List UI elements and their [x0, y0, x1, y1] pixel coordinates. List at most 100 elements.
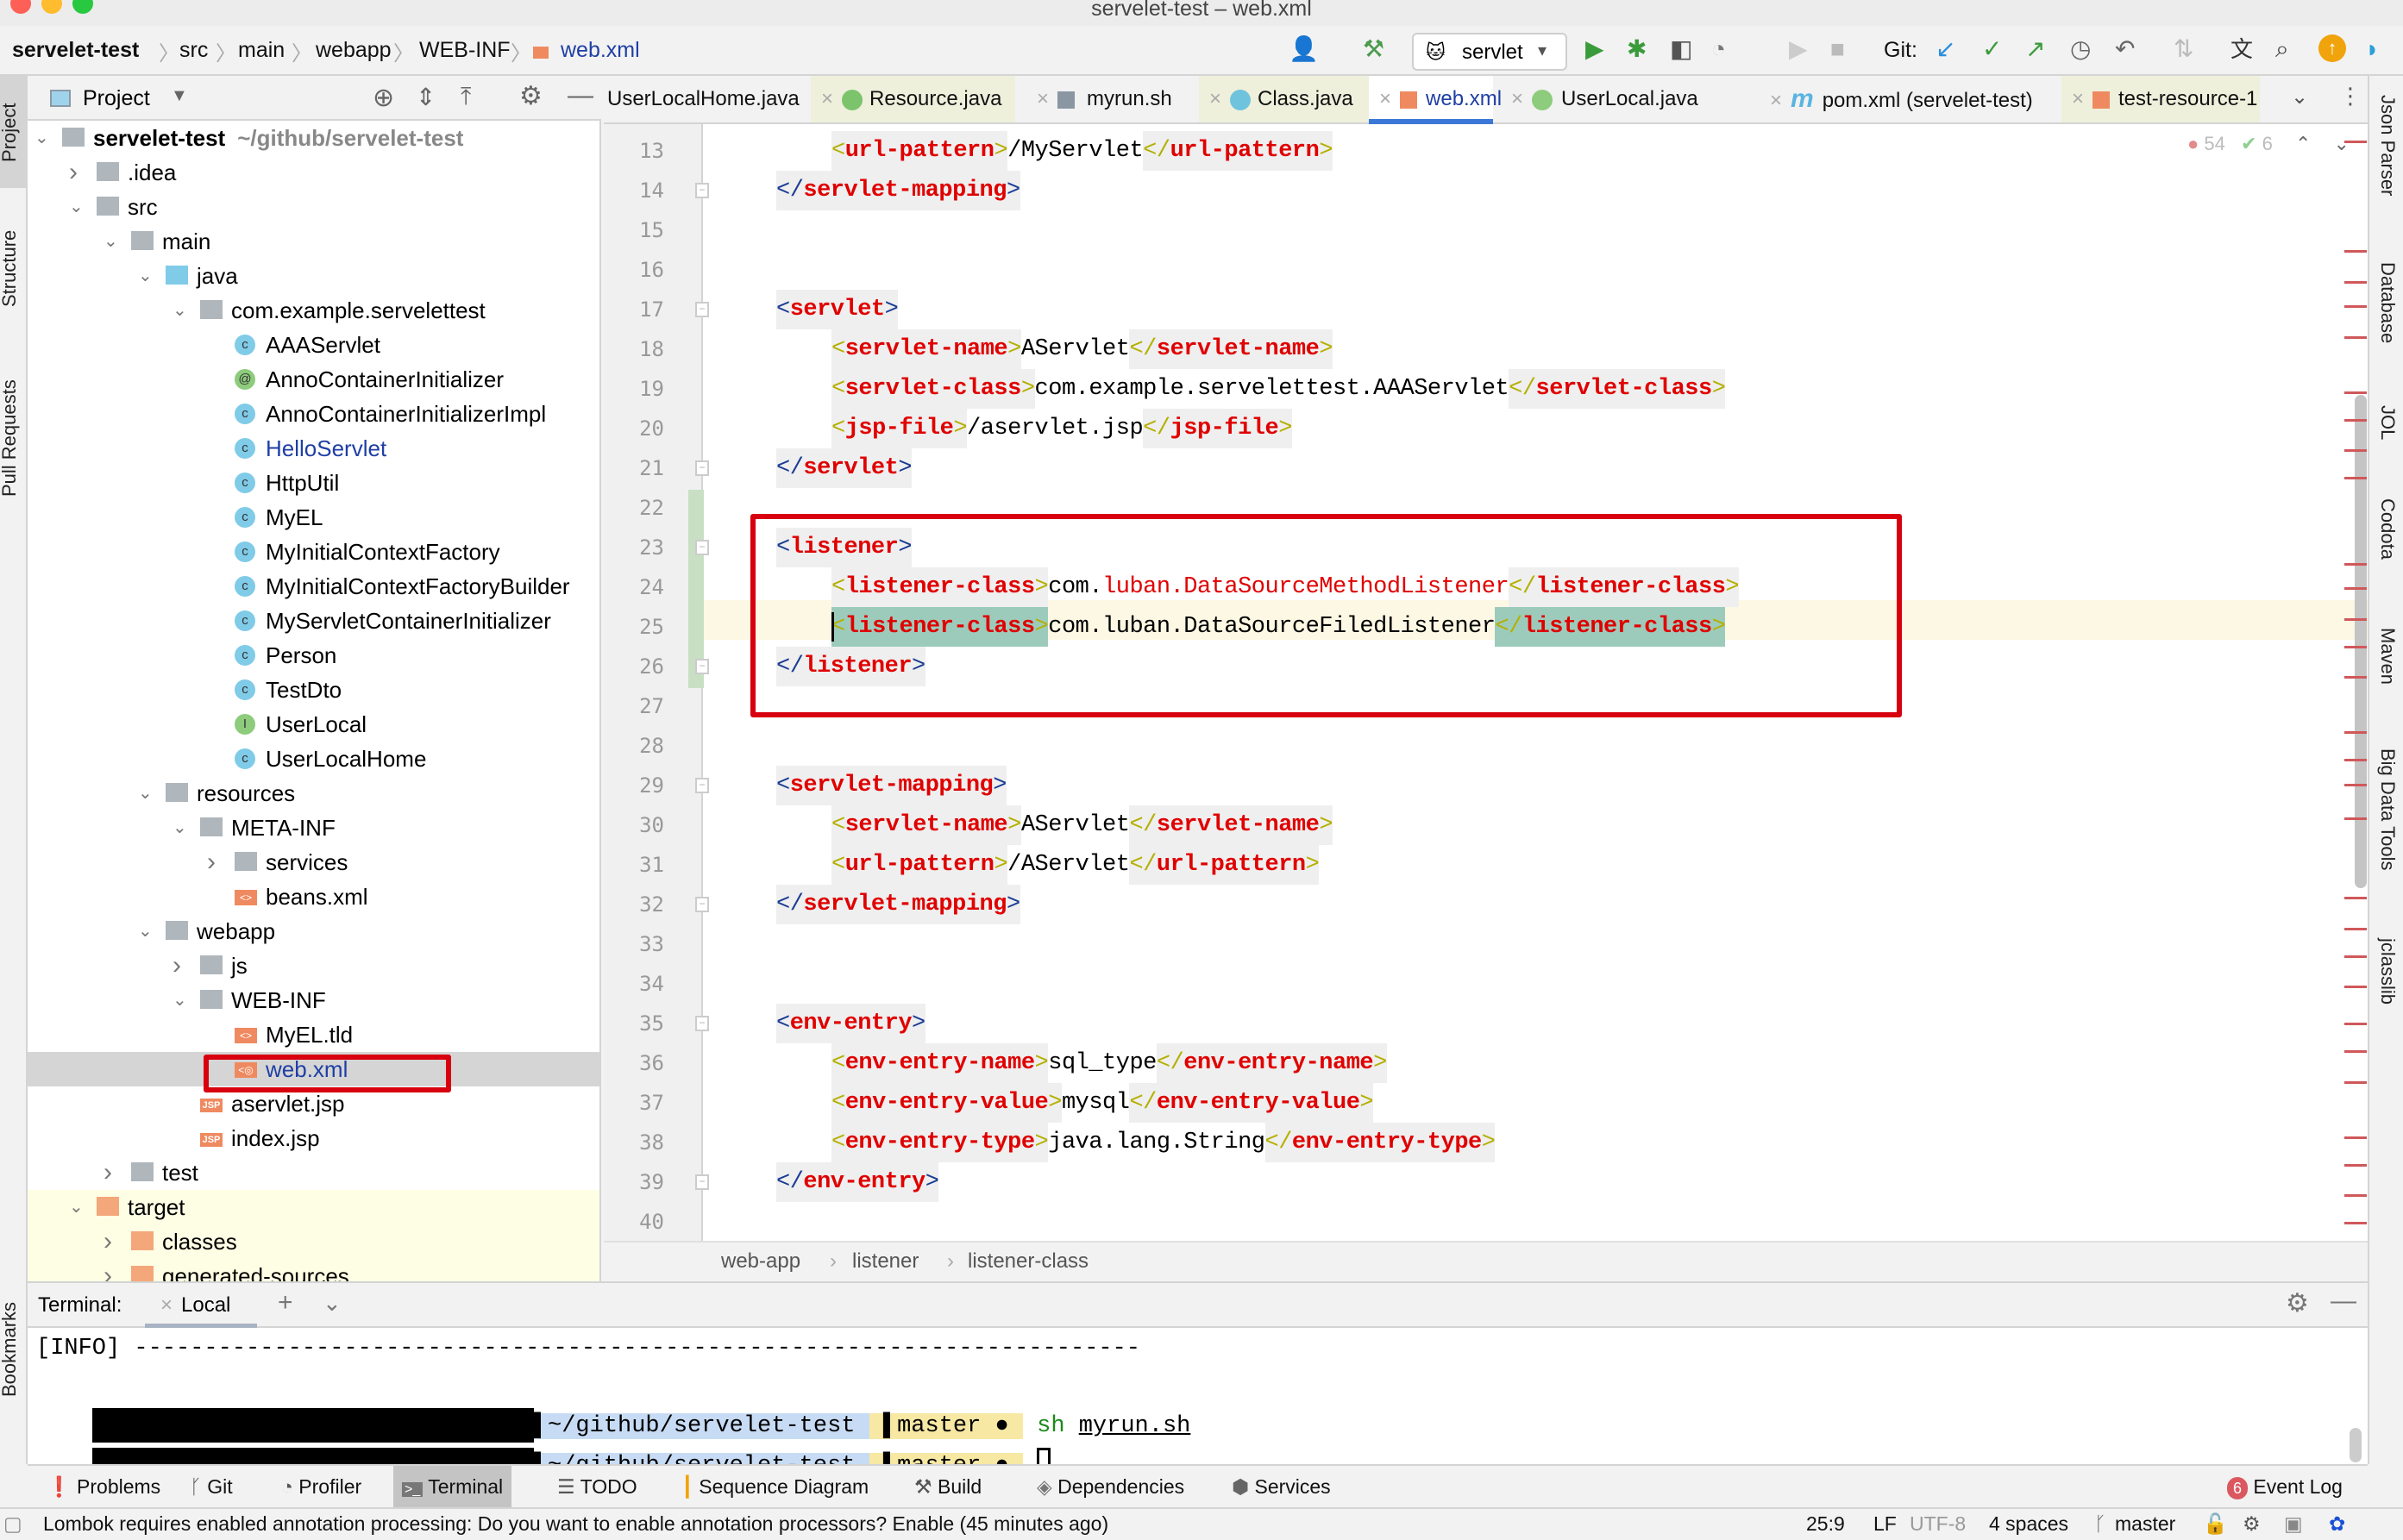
- tab-test-resource[interactable]: × test-resource-1: [2061, 76, 2260, 122]
- tree-item[interactable]: c MyInitialContextFactoryBuilder: [28, 569, 599, 604]
- collapse-all-icon[interactable]: ⤒: [461, 83, 471, 111]
- tree-item[interactable]: ⌄ java: [28, 259, 599, 293]
- breadcrumb-web-app[interactable]: web-app: [721, 1249, 800, 1274]
- project-tool-button[interactable]: Project: [0, 103, 21, 162]
- maven-tool-button[interactable]: Maven: [2376, 628, 2399, 685]
- close-tab-icon[interactable]: ×: [1770, 89, 1782, 112]
- error-stripe-mark[interactable]: [2344, 676, 2367, 679]
- plugin-status-icon[interactable]: ✿: [2329, 1512, 2345, 1536]
- terminal-prompt-line[interactable]: ▌~/github/servelet-test ▌master ●: [36, 1409, 1051, 1482]
- chevron-right-icon[interactable]: ›: [104, 1224, 112, 1259]
- code-line[interactable]: </env-entry>: [776, 1162, 939, 1202]
- chevron-down-icon[interactable]: ⌄: [173, 983, 187, 1017]
- todo-tool-button[interactable]: ☰ TODO: [549, 1466, 646, 1507]
- terminal-tool-button[interactable]: >_ Terminal: [393, 1466, 512, 1507]
- tree-item[interactable]: ⌄ webapp: [28, 914, 599, 948]
- tree-item[interactable]: c MyEL: [28, 500, 599, 535]
- close-tab-icon[interactable]: ×: [160, 1293, 173, 1318]
- run-icon[interactable]: ▶: [1585, 36, 1604, 62]
- error-stripe-mark[interactable]: [2344, 1136, 2367, 1139]
- terminal-tab-local[interactable]: × Local: [145, 1283, 257, 1328]
- editor-scrollbar[interactable]: [2355, 395, 2367, 888]
- hide-panel-icon[interactable]: —: [2331, 1286, 2356, 1316]
- error-stripe-mark[interactable]: [2344, 250, 2367, 254]
- more-options-icon[interactable]: ⋮: [2339, 83, 2362, 110]
- chevron-right-icon[interactable]: ›: [173, 948, 181, 983]
- error-stripe-mark[interactable]: [2344, 645, 2367, 648]
- code-line[interactable]: <servlet-class>com.example.servelettest.…: [831, 369, 1726, 409]
- profile-icon[interactable]: ◔: [1711, 36, 1726, 62]
- tree-item[interactable]: c MyServletContainerInitializer: [28, 604, 599, 638]
- breadcrumb-listener-class[interactable]: listener-class: [968, 1249, 1089, 1274]
- error-stripe-mark[interactable]: [2344, 391, 2367, 394]
- translate-icon[interactable]: 文: [2230, 36, 2253, 62]
- codota-tool-button[interactable]: Codota: [2376, 498, 2399, 560]
- git-branch[interactable]: master: [2115, 1512, 2175, 1536]
- tab-userlocal-java[interactable]: × UserLocal.java: [1501, 76, 1698, 122]
- debug-icon[interactable]: ✱: [1627, 36, 1647, 62]
- breadcrumb-web-inf[interactable]: WEB-INF: [419, 38, 511, 63]
- tree-item[interactable]: c TestDto: [28, 673, 599, 707]
- tree-item[interactable]: ⌄ META-INF: [28, 811, 599, 845]
- user-account-icon[interactable]: 👤: [1289, 36, 1319, 62]
- terminal-scrollbar[interactable]: [2350, 1428, 2362, 1462]
- tree-item[interactable]: › test: [28, 1155, 599, 1190]
- chevron-right-icon[interactable]: ›: [104, 1259, 112, 1281]
- tree-item[interactable]: I UserLocal: [28, 707, 599, 742]
- resume-icon[interactable]: ▶: [1789, 36, 1808, 62]
- error-stripe-mark[interactable]: [2344, 280, 2367, 284]
- error-stripe-mark[interactable]: [2344, 783, 2367, 786]
- close-tab-icon[interactable]: ×: [1209, 87, 1221, 110]
- code-line[interactable]: <env-entry-name>sql_type</env-entry-name…: [831, 1043, 1387, 1083]
- event-log-button[interactable]: 6 Event Log: [2218, 1466, 2351, 1507]
- tree-item[interactable]: c HelloServlet: [28, 431, 599, 466]
- code-line[interactable]: </servlet-mapping>: [776, 171, 1020, 210]
- tree-item[interactable]: › js: [28, 948, 599, 983]
- tree-item[interactable]: <> MyEL.tld: [28, 1017, 599, 1052]
- error-stripe-mark[interactable]: [2344, 1222, 2367, 1225]
- tree-item[interactable]: ⌄ main: [28, 224, 599, 259]
- breadcrumb-webapp[interactable]: webapp: [316, 38, 392, 63]
- tree-item[interactable]: c AAAServlet: [28, 328, 599, 362]
- chevron-down-icon[interactable]: ⌄: [138, 914, 153, 948]
- inspector-icon[interactable]: ⚙: [2243, 1512, 2261, 1536]
- chevron-down-icon[interactable]: ⌄: [173, 293, 187, 328]
- code-line[interactable]: <url-pattern>/MyServlet</url-pattern>: [831, 131, 1333, 171]
- code-line[interactable]: <servlet-name>AServlet</servlet-name>: [831, 329, 1333, 369]
- expand-all-icon[interactable]: ⇕: [416, 83, 436, 111]
- rollback-icon[interactable]: ↶: [2115, 36, 2135, 62]
- profiler-tool-button[interactable]: ◔ Profiler: [273, 1466, 370, 1507]
- code-line[interactable]: <env-entry-type>java.lang.String</env-en…: [831, 1123, 1496, 1162]
- close-tab-icon[interactable]: ×: [1379, 87, 1391, 110]
- tab-userlocalhome-java[interactable]: UserLocalHome.java: [607, 76, 800, 122]
- error-stripe-mark[interactable]: [2344, 587, 2367, 591]
- git-update-icon[interactable]: ↙: [1936, 36, 1955, 62]
- tree-item[interactable]: ⌄ com.example.servelettest: [28, 293, 599, 328]
- show-diff-icon[interactable]: ⇅: [2174, 36, 2193, 62]
- problems-tool-button[interactable]: ❗ Problems: [38, 1466, 169, 1507]
- indent-setting[interactable]: 4 spaces: [1989, 1512, 2068, 1536]
- chevron-down-icon[interactable]: ⌄: [35, 121, 49, 155]
- stop-icon[interactable]: ■: [1830, 36, 1845, 62]
- ide-logo-icon[interactable]: ◗: [2365, 36, 2380, 62]
- status-toggle-icon[interactable]: ▢: [3, 1512, 22, 1536]
- locate-file-icon[interactable]: ⊕: [373, 83, 394, 113]
- close-tab-icon[interactable]: ×: [2072, 87, 2084, 110]
- tree-item[interactable]: › generated-sources: [28, 1259, 599, 1281]
- code-line[interactable]: </servlet>: [776, 448, 913, 488]
- next-highlight-icon[interactable]: ⌄: [2334, 133, 2350, 154]
- caret-position[interactable]: 25:9: [1806, 1512, 1845, 1536]
- error-stripe-mark[interactable]: [2344, 335, 2367, 339]
- tree-item[interactable]: › services: [28, 845, 599, 880]
- terminal-status-icon[interactable]: ▣: [2284, 1512, 2303, 1536]
- tree-item[interactable]: c MyInitialContextFactory: [28, 535, 599, 569]
- tree-item[interactable]: ⌄ servelet-test ~/github/servelet-test: [28, 121, 599, 155]
- tree-item[interactable]: ⌄ resources: [28, 776, 599, 811]
- pull-requests-tool-button[interactable]: Pull Requests: [0, 379, 21, 497]
- search-icon[interactable]: ⌕: [2275, 36, 2289, 62]
- error-stripe-mark[interactable]: [2344, 759, 2367, 762]
- tree-item[interactable]: › classes: [28, 1224, 599, 1259]
- error-stripe-mark[interactable]: [2344, 1050, 2367, 1054]
- error-stripe-mark[interactable]: [2344, 449, 2367, 453]
- code-line[interactable]: <servlet>: [776, 290, 899, 329]
